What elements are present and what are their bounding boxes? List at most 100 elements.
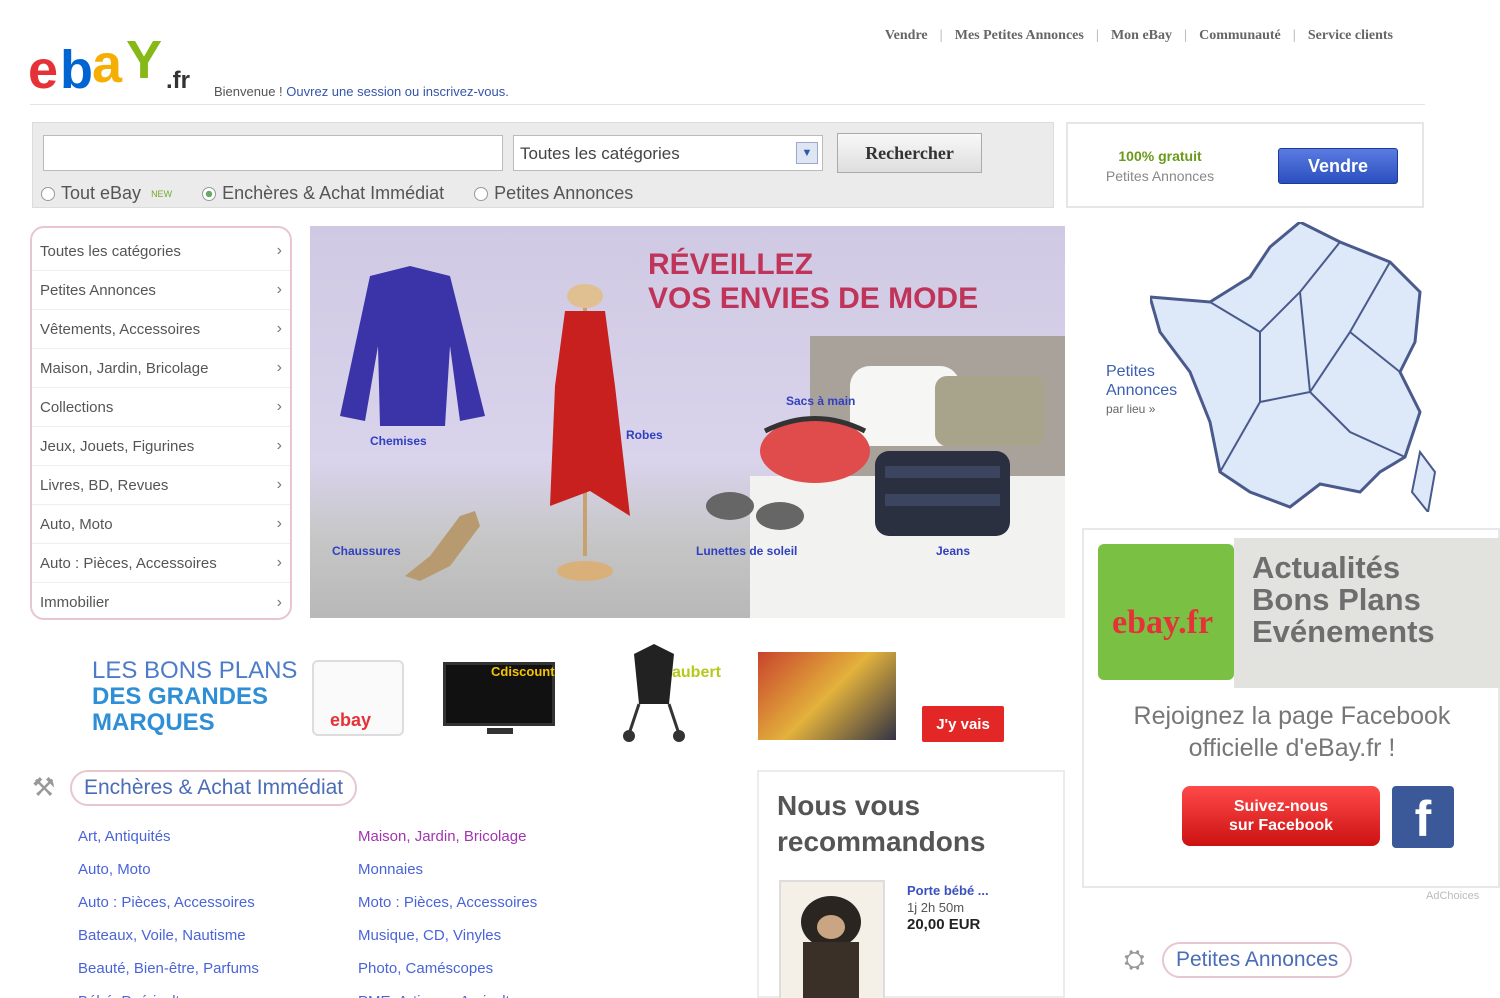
scope-label: Tout eBay (61, 183, 142, 203)
recommendations-title: Nous vous recommandons (777, 788, 986, 860)
promo-line1: LES BONS PLANS (92, 657, 298, 684)
category-item[interactable]: Auto, Moto › (32, 505, 290, 544)
nav-sell[interactable]: Vendre (873, 28, 940, 44)
radio-button-checked[interactable] (202, 186, 217, 201)
search-panel: Toutes les catégories ▼ Rechercher Tout … (32, 122, 1054, 208)
svg-text:a: a (92, 34, 123, 94)
facebook-icon[interactable]: f (1392, 786, 1454, 848)
auctions-links-col1: Art, Antiquités Auto, Moto Auto : Pièces… (78, 820, 259, 998)
follow-line2: sur Facebook (1228, 817, 1334, 834)
france-map[interactable] (1150, 222, 1440, 512)
scope-auctions[interactable]: Enchères & Achat Immédiat (202, 183, 444, 204)
news-line: Bons Plans (1252, 582, 1421, 617)
category-item[interactable]: Jeux, Jouets, Figurines › (32, 427, 290, 466)
category-link[interactable]: Moto : Pièces, Accessoires (358, 886, 539, 919)
label-shoes[interactable]: Chaussures (332, 544, 401, 558)
chevron-right-icon: › (276, 242, 282, 259)
scope-label: Enchères & Achat Immédiat (222, 183, 445, 203)
aubert-label: aubert (672, 664, 721, 681)
news-box: Actualités Bons Plans Evénements (1234, 538, 1500, 688)
category-label: Immobilier (40, 594, 110, 611)
category-label: Collections (40, 398, 114, 416)
sell-button[interactable]: Vendre (1278, 148, 1398, 184)
category-select[interactable]: Toutes les catégories ▼ (513, 135, 823, 171)
radio-button[interactable] (474, 186, 489, 201)
scope-classifieds[interactable]: Petites Annonces (474, 183, 633, 204)
radio-button[interactable] (41, 186, 55, 201)
search-input[interactable] (43, 135, 503, 171)
category-label: Auto : Pièces, Accessoires (40, 554, 217, 572)
auctions-title-pill[interactable]: Enchères & Achat Immédiat (70, 770, 358, 806)
games-product[interactable] (758, 652, 896, 740)
label-shirts[interactable]: Chemises (370, 434, 427, 448)
category-link[interactable]: Bateaux, Voile, Nautisme (78, 919, 259, 952)
category-item[interactable]: Livres, BD, Revues › (32, 466, 290, 505)
category-link[interactable]: Photo, Caméscopes (358, 952, 539, 985)
label-bags[interactable]: Sacs à main (786, 394, 855, 408)
category-link[interactable]: Monnaies (358, 853, 539, 886)
chevron-right-icon: › (276, 398, 282, 415)
category-link[interactable]: Auto : Pièces, Accessoires (78, 886, 259, 919)
banner-title-line2: VOS ENVIES DE MODE (648, 282, 979, 315)
join-line2: officielle d'eBay.fr ! (1188, 734, 1396, 762)
shoe-graphic (405, 511, 480, 581)
label-jeans[interactable]: Jeans (936, 544, 970, 558)
news-line: Evénements (1252, 614, 1435, 649)
stroller-product[interactable]: aubert (614, 644, 734, 744)
nav-community[interactable]: Communauté (1187, 28, 1293, 44)
sign-in-link[interactable]: Ouvrez une session ou inscrivez-vous. (286, 84, 509, 99)
label-sunglasses[interactable]: Lunettes de soleil (696, 544, 797, 558)
top-navigation: Vendre | Mes Petites Annonces | Mon eBay | … (873, 28, 1405, 44)
label-dresses[interactable]: Robes (626, 428, 663, 442)
france-outline (1150, 222, 1422, 509)
category-link[interactable]: Maison, Jardin, Bricolage (358, 820, 539, 853)
tv-stand (487, 728, 513, 734)
follow-line1: Suivez-nous (1233, 798, 1329, 815)
brand-promo-text[interactable]: LES BONS PLANS DES GRANDES MARQUES (92, 658, 297, 736)
category-item[interactable]: Toutes les catégories › (32, 232, 290, 271)
category-link[interactable]: Bébé, Puériculture (78, 985, 259, 998)
follow-facebook-button[interactable]: Suivez-nous sur Facebook (1182, 786, 1380, 846)
category-item[interactable]: Vêtements, Accessoires › (32, 310, 290, 349)
auctions-links-col2: Maison, Jardin, Bricolage Monnaies Moto … (358, 820, 539, 998)
category-link[interactable]: Auto, Moto (78, 853, 259, 886)
ebay-bag-product[interactable]: ebay (312, 660, 404, 736)
classifieds-section-title: ⛭ Petites Annonces (1124, 942, 1353, 978)
category-link[interactable]: Musique, CD, Vinyles (358, 919, 539, 952)
ebay-logo[interactable]: e b a Y .fr (28, 30, 208, 100)
classifieds-title-pill[interactable]: Petites Annonces (1162, 942, 1353, 978)
category-label: Maison, Jardin, Bricolage (40, 359, 209, 377)
category-link[interactable]: Beauté, Bien-être, Parfums (78, 952, 259, 985)
svg-text:.fr: .fr (166, 67, 190, 94)
classifieds-icon: ⛭ (1124, 944, 1145, 974)
nav-my-ebay[interactable]: Mon eBay (1099, 28, 1184, 44)
welcome-text: Bienvenue ! (214, 84, 283, 99)
free-label: 100% gratuit (1118, 148, 1202, 164)
category-link[interactable]: PME, Artisans, Agriculteurs (358, 985, 539, 998)
cdiscount-label: Cdiscount (491, 664, 555, 679)
chevron-down-icon[interactable]: ▼ (796, 142, 818, 164)
facebook-join-text: Rejoignez la page Facebook officielle d'… (1084, 700, 1500, 764)
category-item[interactable]: Petites Annonces › (32, 271, 290, 310)
search-button[interactable]: Rechercher (837, 133, 982, 173)
nav-customer-service[interactable]: Service clients (1296, 28, 1405, 44)
ebay-tile-logo: ebay.fr (1098, 544, 1234, 680)
category-link[interactable]: Art, Antiquités (78, 820, 259, 853)
jeans-graphic (875, 451, 1010, 536)
category-label: Toutes les catégories (40, 242, 181, 260)
category-item[interactable]: Collections › (32, 388, 290, 427)
tv-product[interactable]: Cdiscount (443, 662, 579, 736)
go-button[interactable]: J'y vais (922, 706, 1004, 742)
scope-all-ebay[interactable]: Tout eBay NEW (41, 183, 172, 204)
fashion-banner[interactable]: RÉVEILLEZ VOS ENVIES DE MODE Chemises Ro… (310, 226, 1065, 618)
category-item[interactable]: Auto : Pièces, Accessoires › (32, 544, 290, 583)
auctions-section-title: ⚒ Enchères & Achat Immédiat (32, 770, 358, 806)
category-item[interactable]: Immobilier › (32, 583, 290, 622)
ad-choices-label[interactable]: AdChoices (1426, 890, 1479, 902)
nav-my-classifieds[interactable]: Mes Petites Annonces (943, 28, 1096, 44)
scope-label: Petites Annonces (494, 183, 634, 203)
product-thumbnail[interactable] (779, 880, 885, 998)
category-item[interactable]: Maison, Jardin, Bricolage › (32, 349, 290, 388)
chevron-right-icon: › (276, 359, 282, 376)
product-title[interactable]: Porte bébé ... (907, 882, 989, 899)
